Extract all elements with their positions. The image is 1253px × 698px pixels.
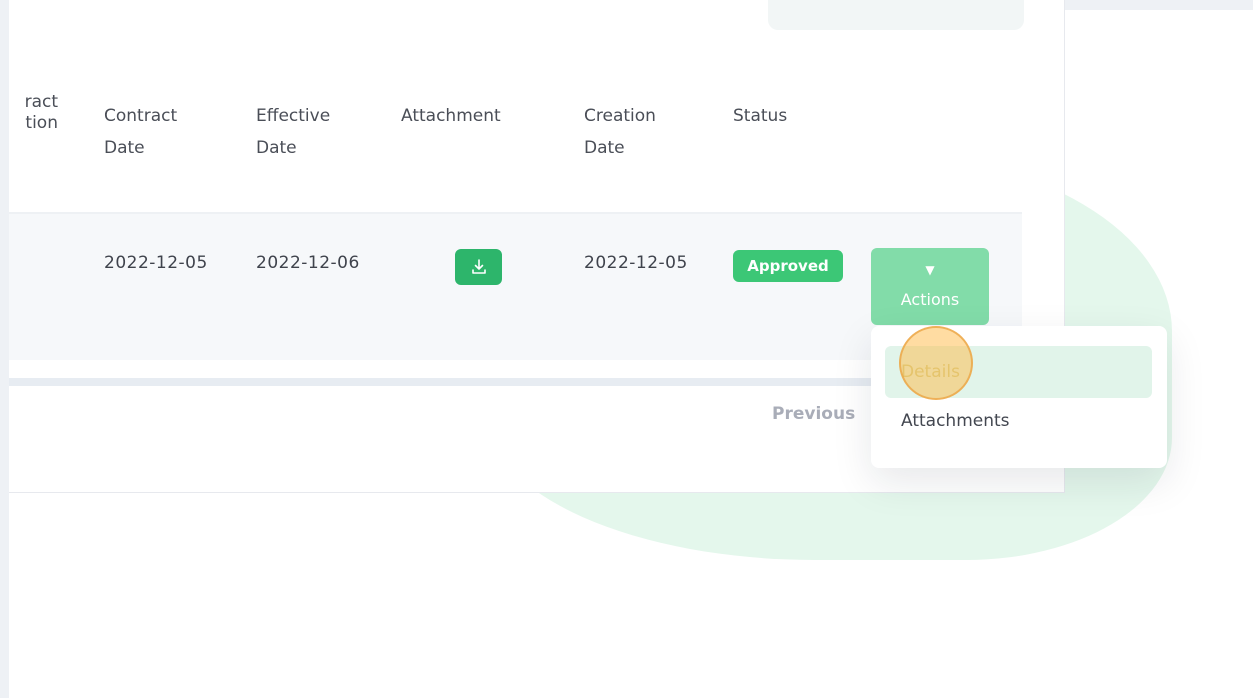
previous-page-button[interactable]: Previous [772,404,855,424]
screen: Permiss ract tion Contract Date Effectiv… [0,0,1253,698]
header-effective-date: Effective Date [256,106,331,158]
download-icon [471,259,486,274]
page-background-left [0,0,9,698]
header-creation-date: Creation Date [584,106,656,158]
menu-item-attachments[interactable]: Attachments [901,411,1010,431]
cell-effective-date: 2022-12-06 [256,253,360,273]
header-partial-column: ract tion [24,92,58,133]
click-indicator [899,326,973,400]
download-attachment-button[interactable] [455,249,502,285]
top-control-box [768,0,1024,30]
header-contract-date: Contract Date [104,106,178,158]
header-status: Status [733,106,788,126]
header-attachment: Attachment [401,106,501,126]
status-badge: Approved [733,250,843,282]
actions-dropdown-button[interactable]: ▼ Actions [871,248,989,325]
actions-label: Actions [900,290,960,309]
background-text: Permiss [580,560,635,576]
cell-contract-date: 2022-12-05 [104,253,208,273]
caret-down-icon: ▼ [925,263,935,277]
cell-creation-date: 2022-12-05 [584,253,688,273]
